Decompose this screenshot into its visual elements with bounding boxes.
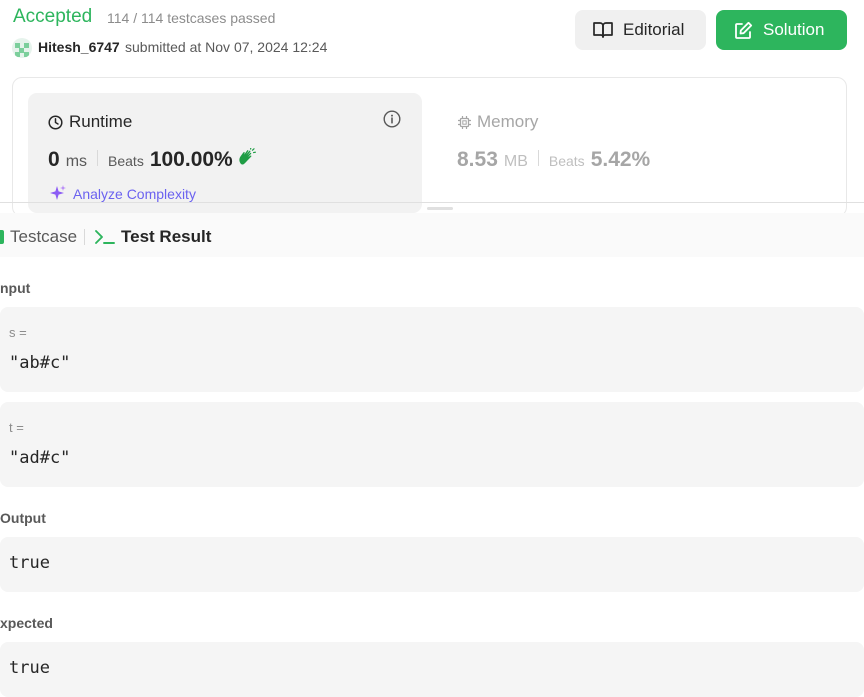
editorial-button[interactable]: Editorial [575, 10, 706, 50]
memory-title[interactable]: Memory [457, 112, 538, 132]
input-var-name: t = [9, 420, 24, 435]
input-var-value[interactable]: "ad#c" [9, 448, 70, 468]
clap-icon [237, 146, 256, 171]
info-icon[interactable] [383, 110, 401, 128]
memory-beats-label: Beats [548, 153, 585, 169]
tab-testcase[interactable]: Testcase [0, 227, 77, 247]
edit-icon [735, 21, 753, 39]
memory-value-row: 8.53 MB Beats 5.42% [457, 148, 650, 172]
tab-test-result[interactable]: Test Result [94, 227, 211, 247]
editorial-label: Editorial [623, 20, 685, 39]
output-value[interactable]: true [9, 553, 50, 573]
resize-handle[interactable] [427, 207, 453, 210]
clock-icon [48, 114, 63, 130]
terminal-icon [95, 230, 115, 244]
memory-unit: MB [503, 153, 528, 170]
input-var-name: s = [9, 325, 27, 340]
submission-status: Accepted [13, 6, 93, 27]
panel-divider [0, 202, 864, 203]
runtime-title: Runtime [48, 112, 132, 132]
divider [537, 150, 539, 166]
chip-icon [458, 115, 471, 129]
runtime-beats-value: 100.00% [149, 148, 233, 171]
expected-box [0, 642, 864, 697]
testcase-check-icon [0, 230, 4, 244]
runtime-value-row: 0 ms Beats 100.00% [48, 146, 256, 172]
runtime-beats-label: Beats [108, 153, 144, 169]
avatar[interactable] [12, 38, 32, 58]
solution-button[interactable]: Solution [716, 10, 847, 50]
memory-value: 8.53 [457, 148, 498, 171]
analyze-complexity-link[interactable]: Analyze Complexity [48, 184, 196, 203]
runtime-value: 0 [48, 148, 60, 171]
username-link[interactable]: Hitesh_6747 [38, 39, 120, 55]
input-box-t [0, 402, 864, 487]
memory-beats-value: 5.42% [590, 148, 651, 171]
book-icon [593, 22, 613, 38]
output-label: Output [0, 510, 46, 526]
input-label: nput [0, 280, 31, 296]
sparkle-icon [50, 185, 66, 200]
solution-label: Solution [763, 20, 825, 39]
input-box-s [0, 307, 864, 392]
divider [97, 150, 99, 166]
expected-value[interactable]: true [9, 658, 50, 678]
output-box [0, 537, 864, 592]
submitted-at: submitted at Nov 07, 2024 12:24 [125, 39, 328, 55]
testcases-passed: 114 / 114 testcases passed [107, 10, 276, 26]
expected-label: xpected [0, 615, 53, 631]
runtime-unit: ms [65, 153, 88, 170]
tab-divider [84, 229, 85, 245]
input-var-value[interactable]: "ab#c" [9, 353, 70, 373]
